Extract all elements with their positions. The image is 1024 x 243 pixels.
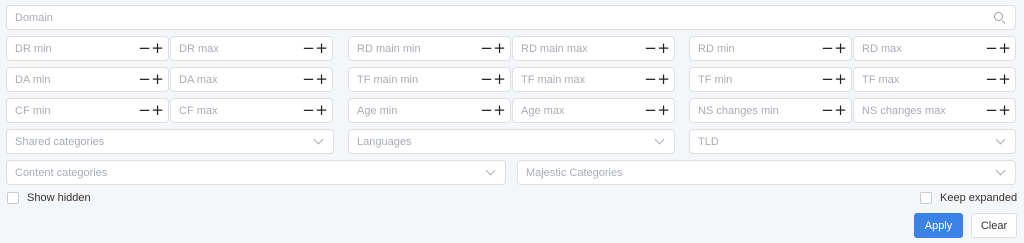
age-min-field[interactable]: Age min − + [348,98,511,123]
increment-button[interactable]: + [151,103,164,118]
age-max-input[interactable]: Age max [521,105,644,117]
increment-button[interactable]: + [998,72,1011,87]
ns-changes-max-input[interactable]: NS changes max [862,105,985,117]
increment-button[interactable]: + [834,103,847,118]
decrement-button[interactable]: − [985,72,998,87]
decrement-button[interactable]: − [985,103,998,118]
tf-main-max-field[interactable]: TF main max − + [512,67,675,92]
increment-button[interactable]: + [657,72,670,87]
decrement-button[interactable]: − [138,41,151,56]
decrement-button[interactable]: − [138,103,151,118]
apply-button[interactable]: Apply [914,213,963,238]
clear-button[interactable]: Clear [971,213,1017,238]
increment-button[interactable]: + [315,103,328,118]
dr-max-input[interactable]: DR max [179,43,302,55]
decrement-button[interactable]: − [821,72,834,87]
decrement-button[interactable]: − [644,103,657,118]
content-categories-select[interactable]: Content categories [6,160,506,185]
cf-min-input[interactable]: CF min [15,105,138,117]
decrement-button[interactable]: − [480,41,493,56]
increment-button[interactable]: + [834,72,847,87]
tf-max-field[interactable]: TF max − + [853,67,1016,92]
domain-search-field[interactable]: Domain [6,5,1016,30]
increment-button[interactable]: + [315,72,328,87]
increment-button[interactable]: + [493,72,506,87]
dr-max-field[interactable]: DR max − + [170,36,333,61]
da-max-field[interactable]: DA max − + [170,67,333,92]
increment-button[interactable]: + [998,41,1011,56]
decrement-button[interactable]: − [985,41,998,56]
tld-placeholder: TLD [698,135,719,148]
chevron-down-icon [485,165,496,176]
increment-button[interactable]: + [315,41,328,56]
ns-changes-max-field[interactable]: NS changes max − + [853,98,1016,123]
tf-min-input[interactable]: TF min [698,74,821,86]
rd-main-min-input[interactable]: RD main min [357,43,480,55]
decrement-button[interactable]: − [644,41,657,56]
increment-button[interactable]: + [493,103,506,118]
increment-button[interactable]: + [151,72,164,87]
rd-max-field[interactable]: RD max − + [853,36,1016,61]
age-max-field[interactable]: Age max − + [512,98,675,123]
rd-main-min-field[interactable]: RD main min − + [348,36,511,61]
increment-button[interactable]: + [657,103,670,118]
cf-max-field[interactable]: CF max − + [170,98,333,123]
dr-min-input[interactable]: DR min [15,43,138,55]
cf-min-field[interactable]: CF min − + [6,98,169,123]
chevron-down-icon [313,134,324,145]
decrement-button[interactable]: − [302,103,315,118]
decrement-button[interactable]: − [302,41,315,56]
tf-main-max-input[interactable]: TF main max [521,74,644,86]
decrement-button[interactable]: − [480,103,493,118]
rd-main-max-input[interactable]: RD main max [521,43,644,55]
increment-button[interactable]: + [493,41,506,56]
rd-max-input[interactable]: RD max [862,43,985,55]
tf-main-min-input[interactable]: TF main min [357,74,480,86]
shared-categories-select[interactable]: Shared categories [6,129,334,154]
increment-button[interactable]: + [151,41,164,56]
age-min-input[interactable]: Age min [357,105,480,117]
show-hidden-option[interactable]: Show hidden [7,192,91,204]
rd-min-field[interactable]: RD min − + [689,36,852,61]
da-min-input[interactable]: DA min [15,74,138,86]
majestic-categories-select[interactable]: Majestic Categories [517,160,1016,185]
decrement-button[interactable]: − [821,41,834,56]
ns-changes-min-field[interactable]: NS changes min − + [689,98,852,123]
increment-button[interactable]: + [834,41,847,56]
keep-expanded-label: Keep expanded [940,192,1018,204]
decrement-button[interactable]: − [480,72,493,87]
increment-button[interactable]: + [998,103,1011,118]
decrement-button[interactable]: − [302,72,315,87]
cf-max-input[interactable]: CF max [179,105,302,117]
rd-main-max-field[interactable]: RD main max − + [512,36,675,61]
keep-expanded-option[interactable]: Keep expanded [920,192,1017,204]
tld-select[interactable]: TLD [689,129,1016,154]
chevron-down-icon [654,134,665,145]
domain-search-input[interactable]: Domain [15,12,993,24]
show-hidden-checkbox[interactable] [7,192,19,204]
dr-min-field[interactable]: DR min − + [6,36,169,61]
chevron-down-icon [995,134,1006,145]
show-hidden-label: Show hidden [27,192,91,204]
tf-main-min-field[interactable]: TF main min − + [348,67,511,92]
rd-min-input[interactable]: RD min [698,43,821,55]
shared-categories-placeholder: Shared categories [15,135,105,148]
decrement-button[interactable]: − [821,103,834,118]
chevron-down-icon [995,165,1006,176]
majestic-categories-placeholder: Majestic Categories [526,166,623,179]
da-min-field[interactable]: DA min − + [6,67,169,92]
keep-expanded-checkbox[interactable] [920,192,932,204]
tf-max-input[interactable]: TF max [862,74,985,86]
content-categories-placeholder: Content categories [15,166,108,179]
decrement-button[interactable]: − [138,72,151,87]
search-icon[interactable] [993,11,1007,25]
increment-button[interactable]: + [657,41,670,56]
languages-select[interactable]: Languages [348,129,675,154]
da-max-input[interactable]: DA max [179,74,302,86]
tf-min-field[interactable]: TF min − + [689,67,852,92]
ns-changes-min-input[interactable]: NS changes min [698,105,821,117]
languages-placeholder: Languages [357,135,412,148]
decrement-button[interactable]: − [644,72,657,87]
